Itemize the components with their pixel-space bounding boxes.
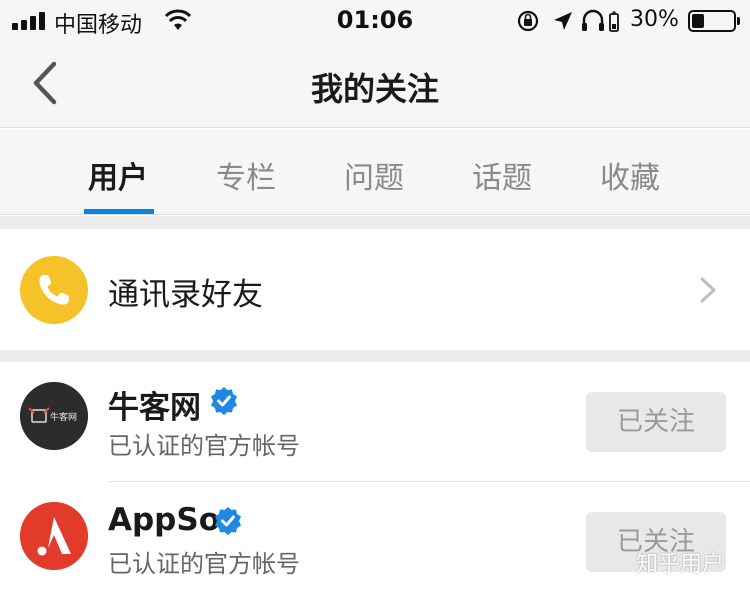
followed-button[interactable]: 已关注	[586, 392, 726, 452]
wifi-icon	[164, 9, 192, 30]
tab-favorites[interactable]: 收藏	[582, 153, 678, 197]
verified-badge-icon	[211, 387, 237, 415]
status-bar: 中国移动 01:06 30%	[0, 0, 750, 40]
battery-icon	[688, 10, 740, 32]
tab-topics[interactable]: 话题	[454, 153, 550, 197]
user-description: 已认证的官方帐号	[108, 432, 300, 460]
carrier-name: 中国移动	[54, 13, 143, 38]
verified-badge-icon	[215, 507, 241, 535]
contacts-friends-row[interactable]: 通讯录好友	[0, 229, 750, 350]
followed-user-row: 牛客网 牛客网 已认证的官方帐号 已关注	[0, 362, 750, 482]
appso-logo-icon	[20, 502, 88, 570]
followed-user-row: AppSo 已认证的官方帐号 已关注	[0, 482, 750, 590]
user-name[interactable]: 牛客网	[108, 382, 201, 427]
cellular-signal-icon	[12, 12, 48, 30]
chevron-right-icon	[700, 277, 716, 303]
tab-bar: 用户 专栏 问题 话题 收藏	[0, 129, 750, 215]
navigation-bar: 我的关注	[0, 40, 750, 128]
tab-users[interactable]: 用户	[70, 153, 166, 197]
page-title: 我的关注	[310, 70, 439, 108]
appso-avatar[interactable]	[20, 502, 88, 570]
section-divider	[0, 216, 750, 229]
section-divider	[0, 350, 750, 362]
battery-fill	[692, 14, 704, 28]
battery-percent: 30%	[630, 7, 679, 32]
phone-avatar	[20, 256, 88, 324]
svg-text:牛客网: 牛客网	[50, 411, 77, 423]
followed-button[interactable]: 已关注	[586, 512, 726, 572]
user-description: 已认证的官方帐号	[108, 550, 300, 578]
user-name[interactable]: AppSo	[108, 502, 220, 538]
contacts-friends-label: 通讯录好友	[108, 277, 263, 313]
nowcoder-logo-icon: 牛客网	[20, 382, 88, 450]
phone-icon	[39, 275, 69, 305]
headphone-battery-icon	[609, 11, 619, 32]
tab-questions[interactable]: 问题	[326, 153, 422, 197]
status-icons	[517, 9, 619, 32]
headphones-icon	[582, 9, 604, 31]
nowcoder-avatar[interactable]: 牛客网	[20, 382, 88, 450]
tab-columns[interactable]: 专栏	[198, 153, 294, 197]
back-arrow-icon[interactable]	[22, 58, 72, 108]
location-arrow-icon	[554, 12, 572, 30]
rotation-lock-icon	[517, 10, 539, 32]
active-tab-indicator	[84, 209, 154, 214]
